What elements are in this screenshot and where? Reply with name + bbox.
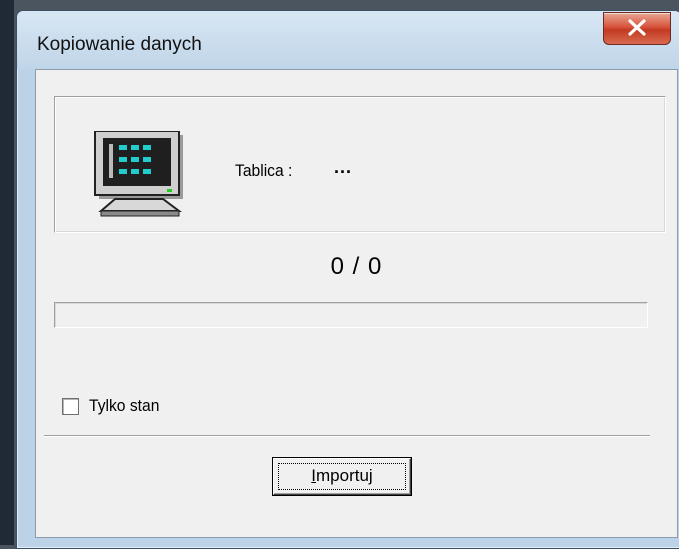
info-group-box: Tablica : ...: [54, 96, 666, 233]
import-label-rest: mportuj: [316, 466, 373, 485]
import-button-label: Importuj: [274, 466, 410, 486]
close-x-icon: [628, 19, 646, 36]
only-stock-label[interactable]: Tylko stan: [89, 396, 159, 416]
table-label: Tablica :: [235, 161, 293, 180]
progress-bar: [54, 302, 648, 328]
separator-line: [44, 435, 650, 437]
close-button[interactable]: [603, 12, 671, 45]
only-stock-checkbox[interactable]: [62, 398, 79, 415]
progress-counter: 0 / 0: [330, 253, 383, 280]
table-value: ...: [334, 157, 353, 177]
window-title: Kopiowanie danych: [37, 34, 202, 55]
dialog-window: Kopiowanie danych Tablica: ... 0 / 0 Ty…: [16, 10, 679, 549]
dialog-client-area: Tablica : ... 0 / 0 Tylko stan Importuj: [35, 69, 678, 538]
title-bar[interactable]: Kopiowanie danych: [17, 11, 679, 69]
computer-monitor-icon: [94, 131, 183, 217]
desktop-background: [0, 0, 14, 545]
import-button[interactable]: Importuj: [273, 458, 411, 495]
